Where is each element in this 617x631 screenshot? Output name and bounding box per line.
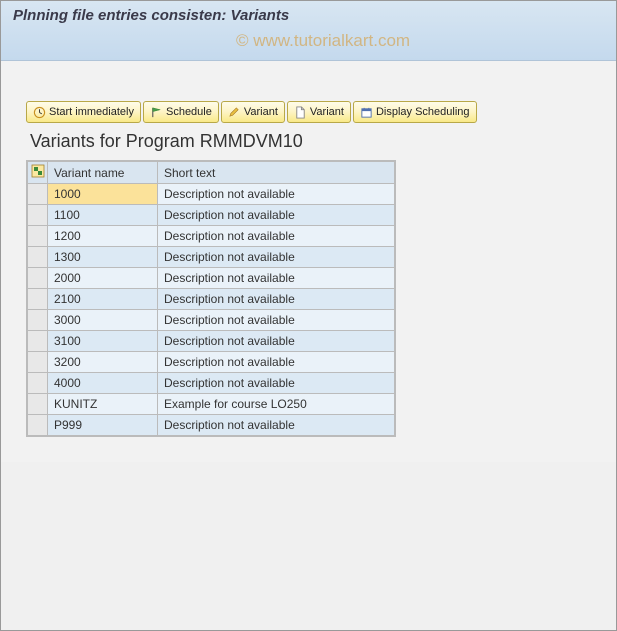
variant-edit-button[interactable]: Variant (221, 101, 285, 123)
table-row[interactable]: P999Description not available (28, 415, 395, 436)
section-title: Variants for Program RMMDVM10 (30, 131, 591, 152)
table-row[interactable]: 2000Description not available (28, 268, 395, 289)
short-text-cell: Description not available (158, 289, 395, 310)
title-bar: Plnning file entries consisten: Variants (1, 1, 616, 61)
document-icon (294, 106, 307, 119)
variant-name-cell[interactable]: KUNITZ (48, 394, 158, 415)
table-row[interactable]: 2100Description not available (28, 289, 395, 310)
row-selector[interactable] (28, 226, 48, 247)
start-immediately-button[interactable]: Start immediately (26, 101, 141, 123)
display-scheduling-button[interactable]: Display Scheduling (353, 101, 477, 123)
row-selector[interactable] (28, 289, 48, 310)
select-all-header[interactable] (28, 162, 48, 184)
short-text-cell: Description not available (158, 331, 395, 352)
schedule-button[interactable]: Schedule (143, 101, 219, 123)
row-selector[interactable] (28, 184, 48, 205)
short-text-cell: Example for course LO250 (158, 394, 395, 415)
row-selector[interactable] (28, 394, 48, 415)
variant-name-cell[interactable]: 3000 (48, 310, 158, 331)
button-label: Schedule (166, 106, 212, 118)
variant-name-cell[interactable]: 2100 (48, 289, 158, 310)
content-area: Start immediately Schedule Variant (1, 61, 616, 462)
button-label: Variant (244, 106, 278, 118)
short-text-cell: Description not available (158, 247, 395, 268)
row-selector[interactable] (28, 415, 48, 436)
short-text-cell: Description not available (158, 268, 395, 289)
clock-icon (33, 106, 46, 119)
table-row[interactable]: 3000Description not available (28, 310, 395, 331)
short-text-cell: Description not available (158, 310, 395, 331)
table-row[interactable]: 1200Description not available (28, 226, 395, 247)
variant-new-button[interactable]: Variant (287, 101, 351, 123)
button-label: Variant (310, 106, 344, 118)
table-row[interactable]: 1000Description not available (28, 184, 395, 205)
table-row[interactable]: 1100Description not available (28, 205, 395, 226)
table-row[interactable]: 4000Description not available (28, 373, 395, 394)
table-row[interactable]: 3200Description not available (28, 352, 395, 373)
variant-name-header[interactable]: Variant name (48, 162, 158, 184)
table-row[interactable]: 3100Description not available (28, 331, 395, 352)
toolbar: Start immediately Schedule Variant (26, 101, 591, 123)
variant-name-cell[interactable]: 4000 (48, 373, 158, 394)
variant-name-cell[interactable]: 1100 (48, 205, 158, 226)
short-text-cell: Description not available (158, 184, 395, 205)
short-text-cell: Description not available (158, 205, 395, 226)
calendar-icon (360, 106, 373, 119)
pencil-icon (228, 106, 241, 119)
button-label: Display Scheduling (376, 106, 470, 118)
button-label: Start immediately (49, 106, 134, 118)
short-text-cell: Description not available (158, 415, 395, 436)
variant-name-cell[interactable]: 3100 (48, 331, 158, 352)
page-title: Plnning file entries consisten: Variants (13, 7, 604, 24)
variant-name-cell[interactable]: 2000 (48, 268, 158, 289)
variant-name-cell[interactable]: 3200 (48, 352, 158, 373)
variants-table: Variant name Short text 1000Description … (27, 161, 395, 436)
variant-name-cell[interactable]: 1000 (48, 184, 158, 205)
variants-table-wrap: Variant name Short text 1000Description … (26, 160, 396, 437)
row-selector[interactable] (28, 352, 48, 373)
table-row[interactable]: 1300Description not available (28, 247, 395, 268)
row-selector[interactable] (28, 205, 48, 226)
short-text-cell: Description not available (158, 226, 395, 247)
variant-name-cell[interactable]: P999 (48, 415, 158, 436)
flag-icon (150, 106, 163, 119)
row-selector[interactable] (28, 373, 48, 394)
row-selector[interactable] (28, 331, 48, 352)
row-selector[interactable] (28, 268, 48, 289)
short-text-cell: Description not available (158, 352, 395, 373)
variant-name-cell[interactable]: 1300 (48, 247, 158, 268)
table-row[interactable]: KUNITZExample for course LO250 (28, 394, 395, 415)
short-text-cell: Description not available (158, 373, 395, 394)
select-all-icon (31, 164, 45, 178)
row-selector[interactable] (28, 247, 48, 268)
short-text-header[interactable]: Short text (158, 162, 395, 184)
variant-name-cell[interactable]: 1200 (48, 226, 158, 247)
row-selector[interactable] (28, 310, 48, 331)
